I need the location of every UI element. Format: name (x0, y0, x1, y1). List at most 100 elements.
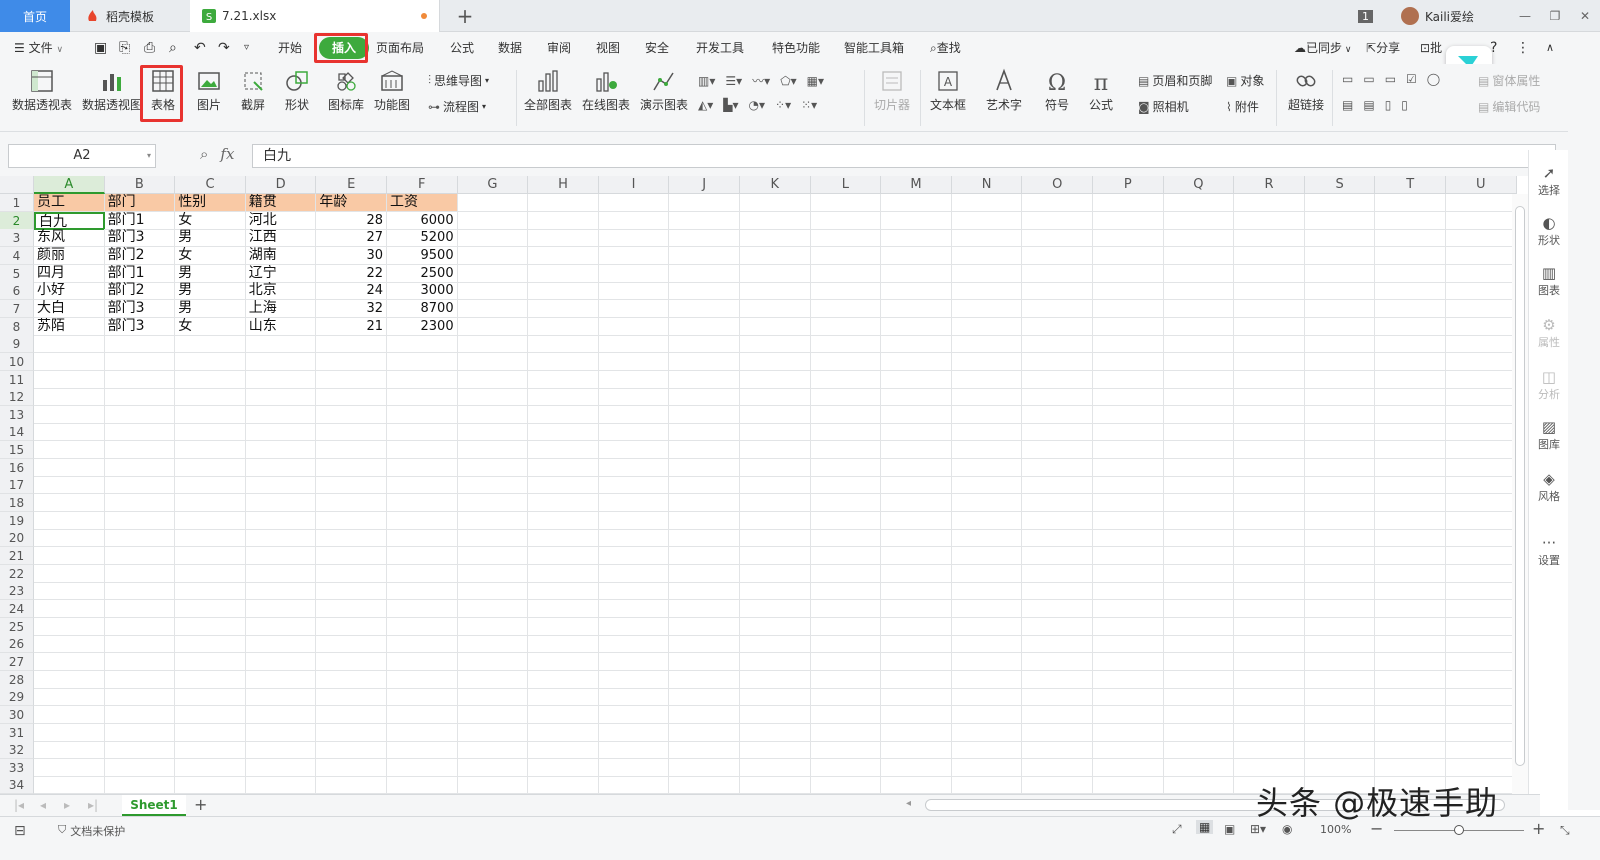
cell[interactable] (881, 299, 952, 318)
cell[interactable] (598, 211, 670, 230)
cell[interactable] (528, 405, 599, 424)
header-cell[interactable]: 性别 (175, 194, 246, 212)
cell[interactable] (34, 547, 105, 565)
cell[interactable] (1375, 564, 1446, 583)
cell[interactable] (881, 617, 952, 636)
cell[interactable] (1375, 352, 1446, 371)
cell[interactable] (245, 370, 317, 389)
cell[interactable] (1022, 423, 1093, 442)
column-header[interactable]: A (34, 176, 105, 194)
cell[interactable] (881, 688, 952, 707)
cell[interactable] (881, 388, 952, 407)
cell[interactable] (457, 282, 529, 301)
cell[interactable]: 32 (316, 299, 387, 318)
cell[interactable] (245, 494, 317, 513)
cell[interactable] (1234, 441, 1305, 460)
cell[interactable] (740, 599, 811, 618)
cell[interactable] (740, 511, 811, 530)
cell[interactable] (810, 529, 882, 548)
cell[interactable] (1446, 423, 1517, 442)
cell[interactable] (598, 599, 670, 618)
cell[interactable] (528, 758, 599, 777)
cell[interactable] (1304, 299, 1376, 318)
cell[interactable] (1163, 423, 1235, 442)
header-cell[interactable]: 工资 (387, 194, 458, 212)
edit-code-button[interactable]: ▤ 编辑代码 (1478, 98, 1540, 115)
cell[interactable] (316, 370, 387, 389)
cell[interactable] (316, 617, 387, 636)
cell[interactable] (1093, 741, 1164, 760)
cell[interactable] (528, 741, 599, 760)
cell[interactable] (1093, 370, 1164, 389)
first-sheet-icon[interactable]: |◂ (14, 798, 24, 812)
cell[interactable] (457, 494, 529, 513)
scatter-chart-icon[interactable]: ⁘▾ (775, 98, 791, 112)
cell[interactable] (1234, 599, 1305, 618)
cell[interactable] (740, 388, 811, 407)
cell[interactable] (951, 582, 1023, 601)
cell[interactable] (951, 229, 1023, 248)
cell[interactable] (1163, 246, 1235, 265)
cell[interactable] (104, 670, 176, 689)
cell[interactable] (810, 370, 882, 389)
cell[interactable] (1093, 617, 1164, 636)
cell[interactable] (387, 441, 458, 460)
cell[interactable] (528, 352, 599, 371)
cell[interactable] (316, 705, 387, 724)
row-header[interactable]: 18 (0, 494, 34, 513)
cell[interactable] (740, 211, 811, 230)
cell[interactable] (951, 705, 1023, 724)
cell[interactable] (34, 652, 105, 671)
cell[interactable] (245, 776, 317, 795)
cell[interactable] (1446, 458, 1517, 477)
cell[interactable] (598, 299, 670, 318)
tab-start[interactable]: 开始 (278, 37, 302, 59)
cell[interactable] (34, 476, 105, 495)
cell[interactable] (598, 246, 670, 265)
cell[interactable] (1304, 405, 1376, 424)
cell[interactable] (951, 511, 1023, 530)
cell[interactable] (669, 317, 740, 336)
cell[interactable] (316, 635, 387, 654)
cell[interactable] (457, 758, 529, 777)
cell[interactable] (104, 476, 176, 495)
cell[interactable] (1022, 688, 1093, 707)
cell[interactable] (1446, 670, 1517, 689)
cell[interactable] (175, 670, 246, 689)
tab-home[interactable]: 首页 (0, 0, 70, 32)
cell[interactable] (1093, 599, 1164, 618)
cell[interactable] (881, 547, 952, 565)
cell[interactable] (951, 423, 1023, 442)
cell[interactable] (457, 723, 529, 742)
cell[interactable] (457, 741, 529, 760)
cell[interactable] (528, 282, 599, 301)
cell[interactable] (316, 670, 387, 689)
function-icon[interactable]: fx (220, 145, 234, 163)
row-header[interactable]: 10 (0, 352, 34, 371)
stock-chart-icon[interactable]: ▙▾ (723, 98, 738, 112)
cell[interactable] (1234, 758, 1305, 777)
bar-chart-icon[interactable]: ☰▾ (725, 74, 742, 88)
cell[interactable] (316, 458, 387, 477)
cell[interactable] (1446, 529, 1517, 548)
cell[interactable] (810, 441, 882, 460)
cell[interactable] (528, 670, 599, 689)
cell[interactable] (528, 299, 599, 318)
cell[interactable] (316, 688, 387, 707)
scroll-left-icon[interactable]: ◂ (906, 798, 911, 809)
cell[interactable] (669, 617, 740, 636)
cell[interactable] (598, 458, 670, 477)
cell[interactable] (669, 723, 740, 742)
cell[interactable] (34, 670, 105, 689)
cell[interactable] (810, 194, 882, 212)
collapse-ribbon-icon[interactable]: ∧ (1546, 37, 1554, 59)
cell[interactable] (951, 635, 1023, 654)
cell[interactable]: 27 (316, 229, 387, 248)
cell[interactable] (245, 617, 317, 636)
cell[interactable] (245, 511, 317, 530)
cell[interactable] (1022, 494, 1093, 513)
cell[interactable] (810, 723, 882, 742)
eye-protect-icon[interactable]: ◉ (1282, 822, 1292, 836)
cell[interactable]: 部门1 (104, 264, 176, 283)
cell[interactable] (34, 758, 105, 777)
